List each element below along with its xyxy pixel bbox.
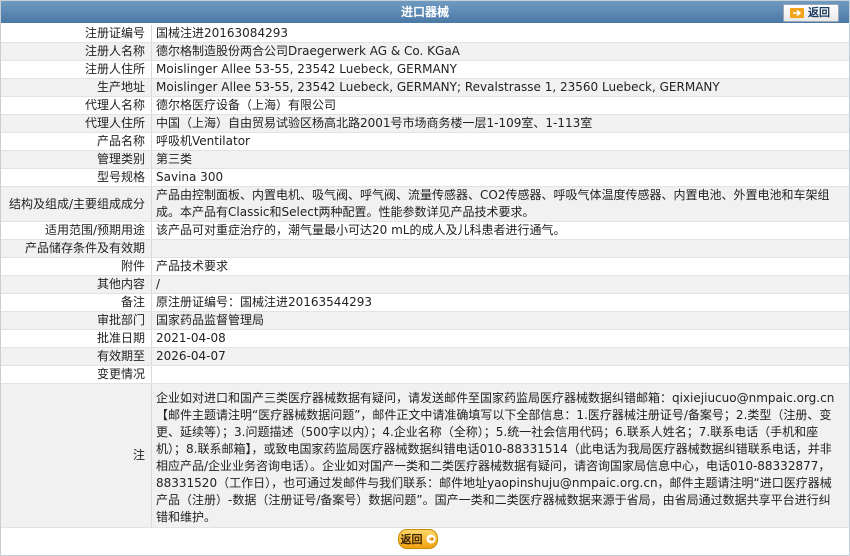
arrow-right-icon bbox=[426, 534, 435, 544]
page-title: 进口器械 bbox=[400, 5, 449, 19]
back-button-top[interactable]: 返回 bbox=[783, 4, 839, 22]
field-label: 代理人住所 bbox=[84, 116, 145, 130]
table-row: 变更情况 bbox=[1, 366, 849, 384]
field-value: 中国（上海）自由贸易试验区杨高北路2001号市场商务楼一层1-109室、1-11… bbox=[156, 116, 593, 130]
field-value: Moislinger Allee 53-55, 23542 Luebeck, G… bbox=[156, 80, 720, 94]
field-value: 德尔格医疗设备（上海）有限公司 bbox=[156, 98, 337, 112]
table-row: 注册人名称 德尔格制造股份两合公司Draegerwerk AG & Co. KGa… bbox=[1, 43, 849, 61]
note-row: 注企业如对进口和国产三类医疗器械数据有疑问，请发送邮件至国家药监局医疗器械数据纠… bbox=[1, 384, 849, 528]
field-label: 代理人名称 bbox=[84, 98, 145, 112]
field-label: 审批部门 bbox=[96, 313, 145, 327]
field-value: 第三类 bbox=[156, 152, 193, 166]
field-value: / bbox=[156, 277, 161, 291]
table-row: 批准日期 2021-04-08 bbox=[1, 330, 849, 348]
table-row: 附件 产品技术要求 bbox=[1, 258, 849, 276]
table-row: 其他内容 / bbox=[1, 276, 849, 294]
back-button-bottom-label: 返回 bbox=[400, 533, 423, 546]
field-value: 原注册证编号：国械注进20163544293 bbox=[156, 295, 372, 309]
field-label: 备注 bbox=[120, 295, 145, 309]
table-row: 代理人名称 德尔格医疗设备（上海）有限公司 bbox=[1, 97, 849, 115]
field-value: 国械注进20163084293 bbox=[156, 26, 288, 40]
back-button-top-label: 返回 bbox=[808, 6, 830, 19]
field-label: 管理类别 bbox=[96, 152, 145, 166]
registration-table: 注册证编号 国械注进20163084293 注册人名称 德尔格制造股份两合公司Drae… bbox=[1, 25, 849, 528]
field-label: 其他内容 bbox=[96, 277, 145, 291]
table-row: 管理类别 第三类 bbox=[1, 151, 849, 169]
table-row: 结构及组成/主要组成成分 产品由控制面板、内置电机、吸气阀、呼气阀、流量传感器、C… bbox=[1, 187, 849, 222]
field-value: 呼吸机Ventilator bbox=[156, 134, 250, 148]
table-row: 备注 原注册证编号：国械注进20163544293 bbox=[1, 294, 849, 312]
field-value: 产品技术要求 bbox=[156, 259, 229, 273]
field-label: 注册人住所 bbox=[84, 62, 145, 76]
field-label: 型号规格 bbox=[96, 170, 145, 184]
field-label: 产品储存条件及有效期 bbox=[24, 241, 145, 255]
table-row: 生产地址 Moislinger Allee 53-55, 23542 Luebec… bbox=[1, 79, 849, 97]
table-row: 代理人住所 中国（上海）自由贸易试验区杨高北路2001号市场商务楼一层1-109室… bbox=[1, 115, 849, 133]
panel-header: 进口器械 返回 bbox=[1, 1, 849, 23]
table-row: 审批部门 国家药品监督管理局 bbox=[1, 312, 849, 330]
field-value: 2026-04-07 bbox=[156, 349, 226, 363]
field-label: 生产地址 bbox=[96, 80, 145, 94]
field-value bbox=[152, 366, 849, 383]
table-row: 型号规格 Savina 300 bbox=[1, 169, 849, 187]
field-value: 2021-04-08 bbox=[156, 331, 226, 345]
field-label: 适用范围/预期用途 bbox=[44, 223, 145, 237]
table-row: 有效期至 2026-04-07 bbox=[1, 348, 849, 366]
field-label: 变更情况 bbox=[96, 367, 145, 381]
field-value: 产品由控制面板、内置电机、吸气阀、呼气阀、流量传感器、CO2传感器、呼吸气体温度… bbox=[156, 188, 830, 219]
arrow-right-icon bbox=[790, 8, 804, 18]
field-label: 注册证编号 bbox=[84, 26, 145, 40]
field-label: 结构及组成/主要组成成分 bbox=[8, 197, 145, 211]
field-value: 德尔格制造股份两合公司Draegerwerk AG & Co. KGaA bbox=[156, 44, 460, 58]
field-value: 该产品可对重症治疗的，潮气量最小可达20 mL的成人及儿科患者进行通气。 bbox=[156, 223, 566, 237]
field-label: 附件 bbox=[120, 259, 145, 273]
field-value bbox=[152, 240, 849, 257]
note-text: 企业如对进口和国产三类医疗器械数据有疑问，请发送邮件至国家药监局医疗器械数据纠错… bbox=[156, 391, 835, 524]
table-row: 产品储存条件及有效期 bbox=[1, 240, 849, 258]
field-value: Moislinger Allee 53-55, 23542 Luebeck, G… bbox=[156, 62, 457, 76]
back-button-bottom[interactable]: 返回 bbox=[398, 529, 438, 549]
field-label: 有效期至 bbox=[96, 349, 145, 363]
field-value: Savina 300 bbox=[156, 170, 224, 184]
field-label: 批准日期 bbox=[96, 331, 145, 345]
table-row: 注册人住所 Moislinger Allee 53-55, 23542 Luebe… bbox=[1, 61, 849, 79]
detail-panel: 进口器械 返回 注册证编号 国械注进20163084293 注册人名称 德尔格制造股份… bbox=[0, 0, 850, 556]
field-label: 产品名称 bbox=[96, 134, 145, 148]
field-label: 注册人名称 bbox=[84, 44, 145, 58]
table-row: 产品名称 呼吸机Ventilator bbox=[1, 133, 849, 151]
field-value: 国家药品监督管理局 bbox=[156, 313, 265, 327]
table-row: 注册证编号 国械注进20163084293 bbox=[1, 25, 849, 43]
note-label: 注 bbox=[132, 448, 145, 462]
table-row: 适用范围/预期用途 该产品可对重症治疗的，潮气量最小可达20 mL的成人及儿科患者… bbox=[1, 222, 849, 240]
